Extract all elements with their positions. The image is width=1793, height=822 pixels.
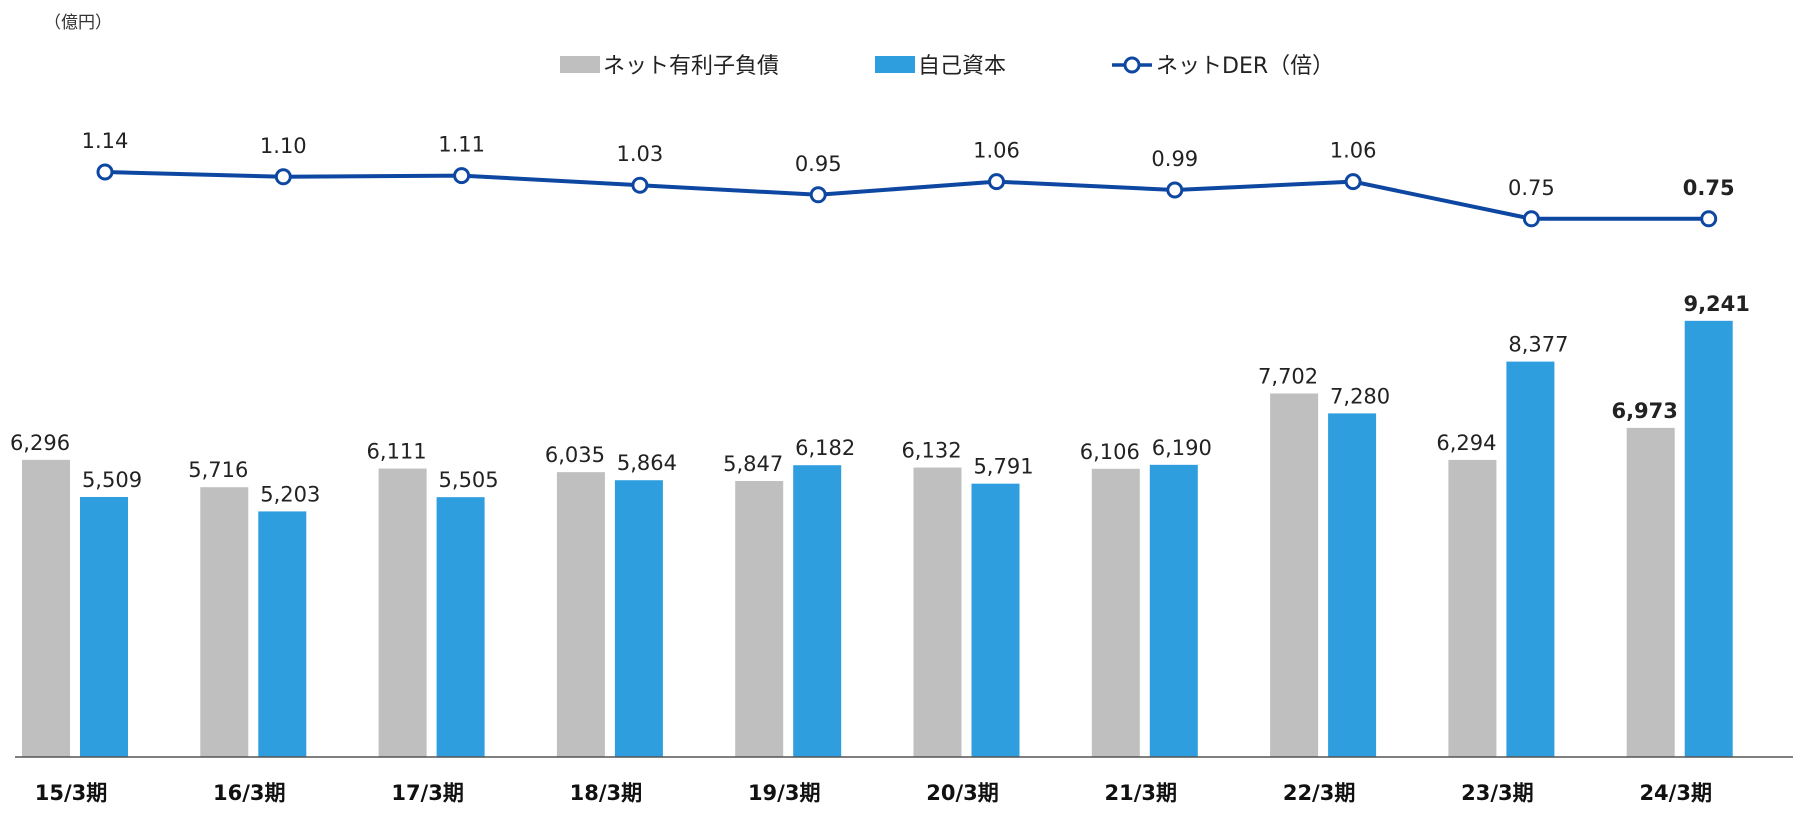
- bar-equity: [1328, 413, 1377, 757]
- data-label-equity: 5,203: [260, 482, 320, 506]
- data-label-equity: 5,509: [82, 468, 142, 492]
- x-tick-label: 24/3期: [1639, 781, 1712, 805]
- bar-equity: [1684, 320, 1733, 757]
- data-label-net-debt: 6,106: [1080, 440, 1140, 464]
- data-label-equity: 7,280: [1330, 384, 1390, 408]
- bar-net-debt: [1448, 459, 1497, 757]
- legend-item-equity: 自己資本: [875, 54, 1006, 79]
- bar-net-debt: [1091, 468, 1140, 757]
- x-tick-label: 22/3期: [1283, 781, 1356, 805]
- der-line-layer: [96, 163, 1718, 228]
- data-label-der: 0.99: [1151, 147, 1198, 171]
- data-label-der: 1.06: [973, 139, 1020, 163]
- bar-equity: [1506, 361, 1555, 757]
- data-label-net-debt: 6,035: [545, 443, 605, 467]
- x-tick-label: 23/3期: [1461, 781, 1534, 805]
- bar-net-debt: [556, 472, 605, 757]
- data-label-net-debt: 5,716: [188, 458, 248, 482]
- unit-label: （億円）: [44, 13, 112, 33]
- legend-label-net-debt: ネット有利子負債: [603, 54, 779, 79]
- legend-item-net-der: ネットDER（倍）: [1112, 54, 1334, 79]
- data-label-der: 1.03: [617, 142, 664, 166]
- der-point: [809, 186, 827, 204]
- legend-swatch-net-debt: [560, 56, 600, 73]
- x-tick-label: 17/3期: [391, 781, 464, 805]
- data-label-der: 1.11: [438, 133, 485, 157]
- data-label-equity: 6,182: [795, 436, 855, 460]
- data-label-net-debt: 6,132: [901, 439, 961, 463]
- data-label-der: 1.10: [260, 134, 307, 158]
- der-point: [274, 168, 292, 186]
- bar-layer: [22, 320, 1733, 757]
- data-label-equity: 6,190: [1152, 436, 1212, 460]
- legend-marker-net-der: [1123, 56, 1141, 74]
- der-point: [988, 173, 1005, 191]
- data-label-equity: 5,791: [973, 455, 1033, 479]
- bar-net-debt: [1270, 393, 1319, 757]
- data-label-net-debt: 6,294: [1436, 431, 1496, 455]
- data-label-der: 0.95: [795, 152, 842, 176]
- x-tick-label: 21/3期: [1105, 781, 1178, 805]
- data-label-net-debt: 7,702: [1258, 364, 1318, 388]
- bar-equity: [793, 465, 842, 757]
- data-label-der: 1.14: [82, 129, 129, 153]
- bar-equity: [80, 496, 128, 757]
- x-tick-label: 15/3期: [35, 781, 108, 805]
- der-point: [1344, 173, 1362, 191]
- data-label-der: 1.06: [1330, 139, 1377, 163]
- legend-label-net-der: ネットDER（倍）: [1156, 54, 1334, 79]
- data-label-net-debt: 5,847: [723, 452, 783, 476]
- bar-equity: [1149, 464, 1198, 757]
- data-label-net-debt: 6,111: [367, 440, 427, 464]
- legend-label-equity: 自己資本: [918, 54, 1006, 79]
- bar-net-debt: [200, 487, 249, 757]
- der-point: [1166, 181, 1184, 199]
- bar-net-debt: [913, 467, 962, 757]
- data-label-net-debt: 6,973: [1611, 399, 1677, 423]
- data-label-net-debt: 6,296: [10, 431, 70, 455]
- data-label-der: 0.75: [1508, 176, 1555, 200]
- bar-net-debt: [378, 468, 427, 757]
- bar-net-debt: [735, 481, 784, 757]
- bar-equity: [436, 497, 485, 757]
- combo-chart: （億円） ネット有利子負債 自己資本 ネットDER（倍） 6,296 5,509 5…: [10, 13, 1793, 805]
- legend-item-net-debt: ネット有利子負債: [560, 54, 779, 79]
- bar-equity: [258, 511, 307, 757]
- data-label-equity: 8,377: [1508, 333, 1568, 357]
- der-point: [96, 163, 114, 181]
- data-label-equity: 5,864: [617, 451, 677, 475]
- bar-net-debt: [22, 459, 70, 757]
- data-label-equity: 5,505: [439, 468, 499, 492]
- der-point: [1522, 210, 1540, 228]
- data-label-equity: 9,241: [1683, 292, 1749, 316]
- x-axis-labels: 15/3期 16/3期 17/3期 18/3期 19/3期 20/3期 21/3期 22/3期…: [35, 781, 1712, 805]
- bar-equity: [614, 480, 663, 757]
- der-point: [453, 167, 471, 185]
- x-tick-label: 19/3期: [748, 781, 821, 805]
- der-series-line: [104, 170, 1709, 221]
- x-tick-label: 18/3期: [570, 781, 643, 805]
- bar-net-debt: [1626, 427, 1675, 757]
- data-label-der: 0.75: [1683, 176, 1735, 200]
- x-tick-label: 16/3期: [213, 781, 286, 805]
- legend: ネット有利子負債 自己資本 ネットDER（倍）: [560, 54, 1334, 79]
- value-label-layer: 6,296 5,509 5,716 5,203 6,111 5,505 6,035 5,864…: [10, 129, 1750, 506]
- x-tick-label: 20/3期: [926, 781, 999, 805]
- der-point: [631, 176, 649, 194]
- der-point: [1700, 210, 1718, 228]
- bar-equity: [971, 483, 1020, 757]
- legend-swatch-equity: [875, 56, 915, 73]
